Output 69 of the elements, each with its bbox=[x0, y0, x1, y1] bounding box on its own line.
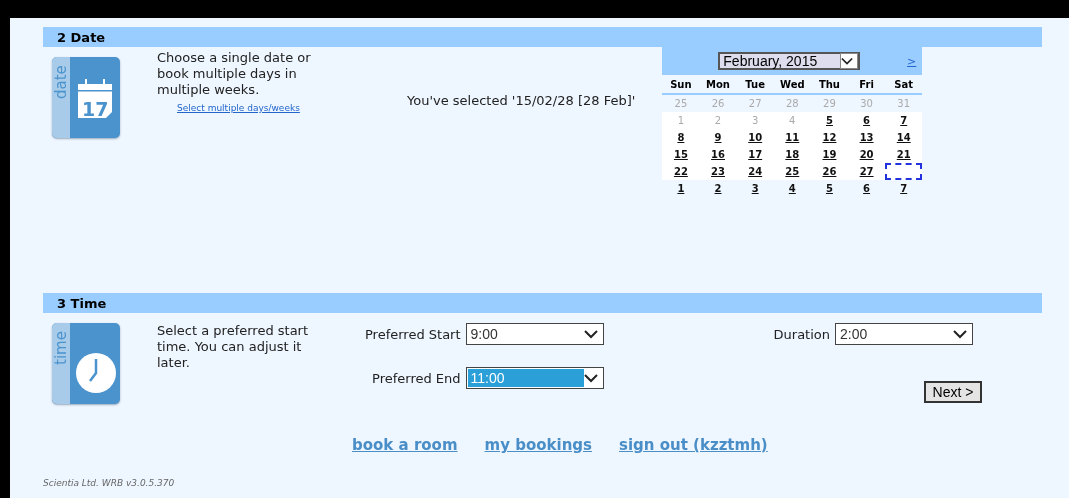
calendar-day[interactable]: 1 bbox=[662, 180, 700, 197]
weekday-label: Sat bbox=[885, 75, 923, 95]
calendar-day: 29 bbox=[810, 95, 848, 112]
calendar-day[interactable]: 11 bbox=[773, 129, 811, 146]
calendar-day[interactable]: 18 bbox=[773, 146, 811, 163]
calendar-day[interactable]: 16 bbox=[699, 146, 737, 163]
calendar-day[interactable]: 27 bbox=[848, 163, 886, 180]
selection-text: You've selected '15/02/28 [28 Feb]' bbox=[407, 93, 636, 108]
calendar-day: 25 bbox=[662, 95, 700, 112]
field-label: Preferred End bbox=[372, 370, 461, 386]
section-header: 3 Time bbox=[43, 293, 1042, 313]
calendar-day: 1 bbox=[662, 112, 700, 129]
next-button[interactable]: Next > bbox=[924, 381, 983, 403]
calendar-day[interactable]: 12 bbox=[810, 129, 848, 146]
calendar-day[interactable]: 19 bbox=[810, 146, 848, 163]
time-select[interactable]: 2:00 bbox=[835, 323, 974, 345]
calendar-day[interactable]: 22 bbox=[662, 163, 700, 180]
time-select[interactable]: 9:00 bbox=[465, 323, 604, 345]
calendar-day[interactable]: 17 bbox=[736, 146, 774, 163]
calendar-day[interactable]: 15 bbox=[662, 146, 700, 163]
calendar-day[interactable]: 13 bbox=[848, 129, 886, 146]
description-text: Select a preferred start time. You can adjust it later. bbox=[157, 323, 310, 371]
calendar-day[interactable]: 9 bbox=[699, 129, 737, 146]
calendar-day: 27 bbox=[736, 95, 774, 112]
calendar-day: 28 bbox=[773, 95, 811, 112]
calendar-day[interactable]: 5 bbox=[810, 112, 848, 129]
multiple-days-link[interactable]: Select multiple days/weeks bbox=[177, 103, 327, 113]
calendar-day: 2 bbox=[699, 112, 737, 129]
calendar-day[interactable]: 5 bbox=[810, 180, 848, 197]
calendar-day[interactable]: 6 bbox=[848, 180, 886, 197]
month-select[interactable]: February, 2015 bbox=[718, 52, 861, 70]
calendar-day[interactable]: 4 bbox=[773, 180, 811, 197]
calendar-day: 26 bbox=[699, 95, 737, 112]
calendar-day: 30 bbox=[848, 95, 886, 112]
version-text: Scientia Ltd. WRB v3.0.5.370 bbox=[43, 478, 176, 488]
calendar-day[interactable]: 14 bbox=[885, 129, 923, 146]
calendar-day[interactable]: 6 bbox=[848, 112, 886, 129]
weekday-label: Wed bbox=[773, 75, 811, 95]
chevron-down-icon bbox=[583, 373, 598, 383]
calendar-day[interactable]: 8 bbox=[662, 129, 700, 146]
calendar-day[interactable]: 20 bbox=[848, 146, 886, 163]
chevron-down-icon bbox=[583, 329, 598, 339]
calendar-day[interactable]: 2 bbox=[699, 180, 737, 197]
calendar-day[interactable]: 24 bbox=[736, 163, 774, 180]
calendar-icon bbox=[76, 79, 114, 119]
calendar-day: 17 bbox=[82, 98, 109, 120]
calendar-day[interactable]: 7 bbox=[885, 180, 923, 197]
weekday-label: Thu bbox=[810, 75, 848, 95]
calendar-day[interactable]: 10 bbox=[736, 129, 774, 146]
chevron-down-icon bbox=[841, 56, 854, 66]
calendar-day: 4 bbox=[773, 112, 811, 129]
weekday-label: Mon bbox=[699, 75, 737, 95]
calendar-day[interactable]: 7 bbox=[885, 112, 923, 129]
field-label: Duration bbox=[773, 326, 831, 342]
clock-icon bbox=[76, 353, 116, 393]
weekday-label: Fri bbox=[848, 75, 886, 95]
field-label: Preferred Start bbox=[365, 326, 461, 342]
calendar-day[interactable]: 3 bbox=[736, 180, 774, 197]
calendar-day: 3 bbox=[736, 112, 774, 129]
calendar-day[interactable]: 26 bbox=[810, 163, 848, 180]
calendar-day: 31 bbox=[885, 95, 923, 112]
calendar-day[interactable]: 23 bbox=[699, 163, 737, 180]
calendar-day[interactable]: 21 bbox=[885, 146, 923, 163]
weekday-label: Sun bbox=[662, 75, 700, 95]
weekday-label: Tue bbox=[736, 75, 774, 95]
calendar-day[interactable]: 25 bbox=[773, 163, 811, 180]
description-text: Choose a single date or book multiple days in multiple weeks. bbox=[157, 50, 312, 98]
section-header: 2 Date bbox=[43, 27, 1042, 47]
chevron-down-icon bbox=[953, 329, 968, 339]
